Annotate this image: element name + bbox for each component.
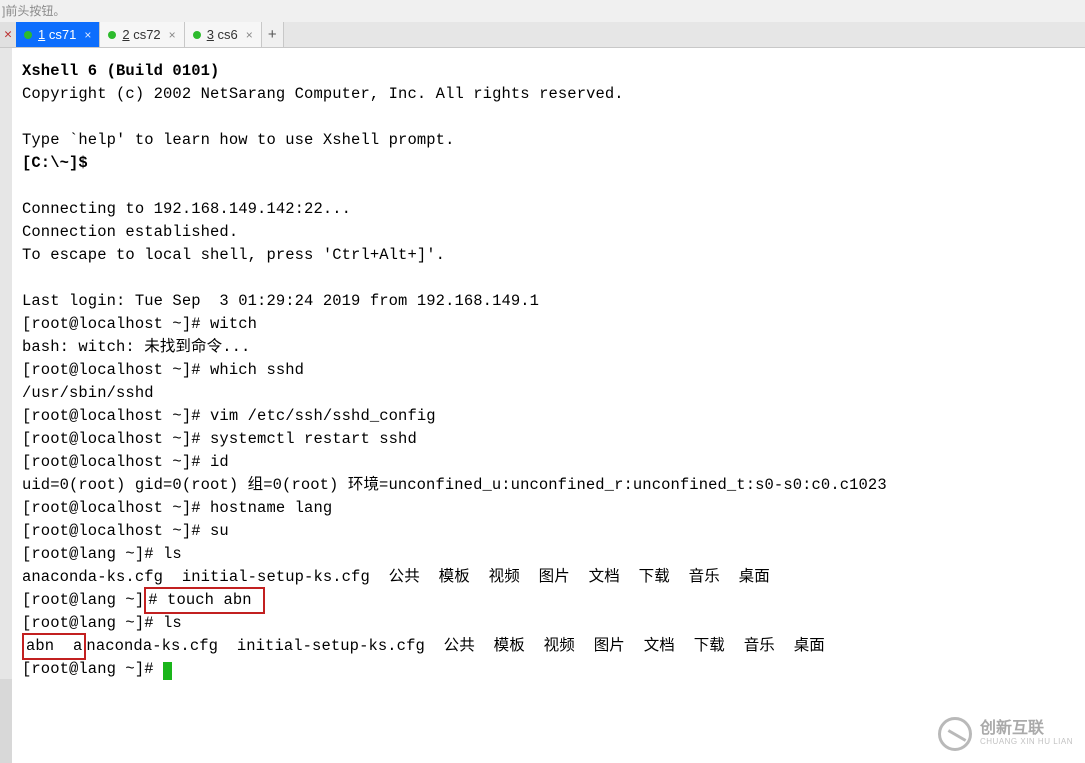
status-dot-icon bbox=[193, 31, 201, 39]
shell-line: [root@lang ~]# ls bbox=[22, 614, 182, 632]
connect-line: Connection established. bbox=[22, 223, 238, 241]
tab-bar: ✕ 1 cs71 × 2 cs72 × 3 cs6 × + bbox=[0, 22, 1085, 48]
last-login: Last login: Tue Sep 3 01:29:24 2019 from… bbox=[22, 292, 539, 310]
shell-output: /usr/sbin/sshd bbox=[22, 384, 154, 402]
tab-cs71[interactable]: 1 cs71 × bbox=[16, 22, 100, 47]
terminal-output[interactable]: Xshell 6 (Build 0101) Copyright (c) 2002… bbox=[12, 48, 1085, 763]
banner-line: Xshell 6 (Build 0101) bbox=[22, 62, 219, 80]
close-icon[interactable]: × bbox=[246, 28, 253, 42]
shell-output: abn anaconda-ks.cfg initial-setup-ks.cfg… bbox=[22, 637, 825, 655]
local-prompt: [C:\~]$ bbox=[22, 154, 88, 172]
shell-line: [root@lang ~]# ls bbox=[22, 545, 182, 563]
highlight-box: abn a bbox=[22, 633, 86, 660]
tab-cs72[interactable]: 2 cs72 × bbox=[100, 22, 184, 47]
highlight-box: # touch abn bbox=[144, 587, 265, 614]
watermark: 创新互联 CHUANG XIN HU LIAN bbox=[938, 717, 1073, 751]
tab-label: 1 cs71 bbox=[38, 27, 76, 42]
shell-line: [root@localhost ~]# which sshd bbox=[22, 361, 304, 379]
watermark-logo-icon bbox=[938, 717, 972, 751]
connect-line: To escape to local shell, press 'Ctrl+Al… bbox=[22, 246, 445, 264]
tab-label: 3 cs6 bbox=[207, 27, 238, 42]
copyright-line: Copyright (c) 2002 NetSarang Computer, I… bbox=[22, 85, 624, 103]
shell-line: [root@localhost ~]# su bbox=[22, 522, 229, 540]
tab-cs6[interactable]: 3 cs6 × bbox=[185, 22, 262, 47]
shell-line: [root@localhost ~]# vim /etc/ssh/sshd_co… bbox=[22, 407, 436, 425]
shell-line: [root@localhost ~]# witch bbox=[22, 315, 257, 333]
close-icon[interactable]: × bbox=[84, 28, 91, 42]
shell-line: [root@localhost ~]# id bbox=[22, 453, 229, 471]
bottom-left-panel bbox=[0, 679, 12, 763]
shell-prompt-current: [root@lang ~]# bbox=[22, 660, 172, 678]
left-side-strip bbox=[0, 22, 12, 763]
status-dot-icon bbox=[108, 31, 116, 39]
shell-line-highlight: [root@lang ~]# touch abn bbox=[22, 591, 265, 609]
app-hint-text: ]前头按钮。 bbox=[0, 0, 1085, 22]
new-tab-button[interactable]: + bbox=[262, 22, 284, 47]
watermark-text-cn: 创新互联 bbox=[980, 721, 1073, 738]
tab-label: 2 cs72 bbox=[122, 27, 160, 42]
connect-line: Connecting to 192.168.149.142:22... bbox=[22, 200, 351, 218]
close-panel-button[interactable]: ✕ bbox=[0, 22, 16, 47]
shell-output: uid=0(root) gid=0(root) 组=0(root) 环境=unc… bbox=[22, 476, 887, 494]
shell-line: [root@localhost ~]# hostname lang bbox=[22, 499, 332, 517]
shell-output: bash: witch: 未找到命令... bbox=[22, 338, 250, 356]
help-hint: Type `help' to learn how to use Xshell p… bbox=[22, 131, 454, 149]
shell-line: [root@localhost ~]# systemctl restart ss… bbox=[22, 430, 417, 448]
watermark-text-en: CHUANG XIN HU LIAN bbox=[980, 738, 1073, 746]
close-icon[interactable]: × bbox=[169, 28, 176, 42]
cursor-icon bbox=[163, 662, 172, 680]
shell-output: anaconda-ks.cfg initial-setup-ks.cfg 公共 … bbox=[22, 568, 770, 586]
status-dot-icon bbox=[24, 31, 32, 39]
